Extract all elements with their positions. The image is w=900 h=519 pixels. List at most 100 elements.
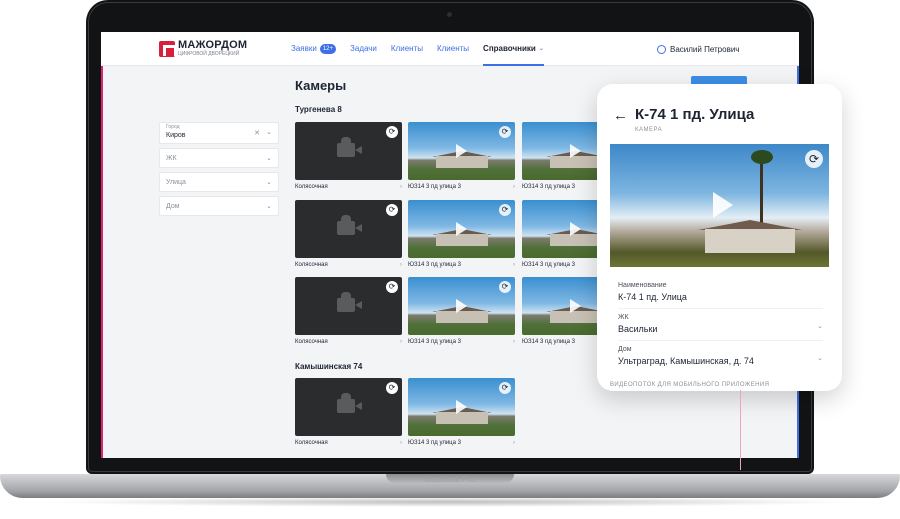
camera-thumbnail[interactable]: ⟳ <box>295 200 402 258</box>
camera-thumbnail[interactable]: ⟳ <box>408 122 515 180</box>
chevron-right-icon: › <box>513 440 515 446</box>
chevron-down-icon: ⌄ <box>817 323 823 330</box>
chevron-right-icon: › <box>513 262 515 268</box>
camera-title: К-74 1 пд. Улица <box>635 106 755 123</box>
play-icon[interactable] <box>456 400 467 414</box>
house-field-label: Дом <box>618 346 632 353</box>
refresh-icon[interactable]: ⟳ <box>499 126 511 138</box>
back-arrow-icon[interactable]: ← <box>613 107 628 124</box>
camera-thumbnail[interactable]: ⟳ <box>295 277 402 335</box>
palm-crown <box>751 150 773 164</box>
user-icon <box>657 44 666 54</box>
video-camera-icon <box>337 137 362 157</box>
play-icon[interactable] <box>456 144 467 158</box>
city-filter[interactable]: Город Киров ✕ ⌄ <box>159 122 279 144</box>
video-camera-icon <box>337 215 362 235</box>
video-camera-icon <box>337 292 362 312</box>
camera-caption: Колясочная <box>295 339 328 345</box>
chevron-right-icon: › <box>400 184 402 190</box>
camera-caption: ЮЗ14 3 пд улица 3 <box>522 184 575 190</box>
chevron-down-icon: ⌄ <box>266 155 272 162</box>
play-icon[interactable] <box>570 222 581 236</box>
complex-field-label: ЖК <box>618 314 629 321</box>
refresh-icon[interactable]: ⟳ <box>386 126 398 138</box>
camera-tile[interactable]: ⟳ ЮЗ14 3 пд улица 3 › <box>408 378 515 446</box>
video-stream-section-title: ВИДЕОПОТОК ДЛЯ МОБИЛЬНОГО ПРИЛОЖЕНИЯ <box>610 382 770 388</box>
nav-requests[interactable]: Заявки 12+ <box>291 32 337 66</box>
complex-filter[interactable]: ЖК ⌄ <box>159 148 279 168</box>
name-field[interactable]: Наименование К-74 1 пд. Улица <box>618 282 823 302</box>
play-icon[interactable] <box>570 299 581 313</box>
camera-preview[interactable]: ⟳ <box>610 144 829 267</box>
camera-detail-card: ← К-74 1 пд. Улица КАМЕРА ⟳ Наименование… <box>597 84 842 391</box>
refresh-icon[interactable]: ⟳ <box>499 281 511 293</box>
refresh-icon[interactable]: ⟳ <box>386 281 398 293</box>
house-field-value: Ультраград, Камышинская, д. 74 <box>618 356 754 366</box>
name-field-value: К-74 1 пд. Улица <box>618 292 687 302</box>
camera-thumbnail[interactable]: ⟳ <box>408 277 515 335</box>
video-camera-icon <box>337 393 362 413</box>
house-filter-placeholder: Дом <box>166 203 180 210</box>
chevron-down-icon: ⌄ <box>266 179 272 186</box>
street-filter[interactable]: Улица ⌄ <box>159 172 279 192</box>
camera-tile[interactable]: ⟳ ЮЗ14 3 пд улица 3 › <box>408 277 515 345</box>
camera-subtitle: КАМЕРА <box>635 127 663 133</box>
chevron-down-icon: ⌄ <box>817 355 823 362</box>
page-title: Камеры <box>295 78 347 93</box>
refresh-icon[interactable]: ⟳ <box>386 204 398 216</box>
camera-tile[interactable]: ⟳ Колясочная › <box>295 277 402 345</box>
nav-requests-label: Заявки <box>291 44 317 53</box>
camera-thumbnail[interactable]: ⟳ <box>295 122 402 180</box>
chevron-right-icon: › <box>400 339 402 345</box>
chevron-down-icon: ⌄ <box>538 46 544 52</box>
nav-clients-2[interactable]: Клиенты <box>437 32 469 66</box>
clear-icon[interactable]: ✕ <box>254 129 260 137</box>
chevron-right-icon: › <box>513 184 515 190</box>
name-field-label: Наименование <box>618 282 667 289</box>
play-icon[interactable] <box>456 299 467 313</box>
house-filter[interactable]: Дом ⌄ <box>159 196 279 216</box>
nav-clients-2-label: Клиенты <box>436 44 470 53</box>
house <box>705 229 795 253</box>
camera-caption: ЮЗ14 3 пд улица 3 <box>522 339 575 345</box>
chevron-down-icon: ⌄ <box>266 203 272 210</box>
camera-caption: Колясочная <box>295 440 328 446</box>
app-header: МАЖОРДОМ ЦИФРОВОЙ ДВОРЕЦКИЙ Заявки 12+ З… <box>101 32 799 66</box>
camera-caption: ЮЗ14 3 пд улица 3 <box>408 262 461 268</box>
logo-name: МАЖОРДОМ <box>178 39 248 51</box>
play-icon[interactable] <box>713 192 733 218</box>
camera-thumbnail[interactable]: ⟳ <box>408 200 515 258</box>
device-label: MacBook Pro <box>424 475 476 484</box>
camera-tile[interactable]: ⟳ ЮЗ14 3 пд улица 3 › <box>408 122 515 190</box>
camera-caption: ЮЗ14 3 пд улица 3 <box>408 184 461 190</box>
laptop-shadow <box>40 497 860 507</box>
camera-tile[interactable]: ⟳ ЮЗ14 3 пд улица 3 › <box>408 200 515 268</box>
street-filter-placeholder: Улица <box>166 179 186 186</box>
camera-tile[interactable]: ⟳ Колясочная › <box>295 122 402 190</box>
refresh-icon[interactable]: ⟳ <box>499 382 511 394</box>
house-field[interactable]: Дом Ультраград, Камышинская, д. 74 ⌄ <box>618 346 823 366</box>
play-icon[interactable] <box>570 144 581 158</box>
nav-tasks[interactable]: Задачи <box>350 32 377 66</box>
refresh-icon[interactable]: ⟳ <box>805 150 823 168</box>
user-menu[interactable]: Василий Петрович <box>657 32 739 66</box>
logo[interactable]: МАЖОРДОМ ЦИФРОВОЙ ДВОРЕЦКИЙ <box>159 40 247 57</box>
complex-field[interactable]: ЖК Васильки ⌄ <box>618 314 823 334</box>
refresh-icon[interactable]: ⟳ <box>386 382 398 394</box>
nav-directories[interactable]: Справочники ⌄ <box>483 32 544 66</box>
play-icon[interactable] <box>456 222 467 236</box>
refresh-icon[interactable]: ⟳ <box>499 204 511 216</box>
filters-panel: Город Киров ✕ ⌄ ЖК ⌄ Улица ⌄ Дом ⌄ <box>159 122 279 220</box>
city-filter-value: Киров <box>166 132 186 139</box>
camera-tile[interactable]: ⟳ Колясочная › <box>295 200 402 268</box>
divider <box>618 308 823 309</box>
camera-tile[interactable]: ⟳ Колясочная › <box>295 378 402 446</box>
camera-thumbnail[interactable]: ⟳ <box>408 378 515 436</box>
user-name: Василий Петрович <box>670 44 740 54</box>
nav-clients[interactable]: Клиенты <box>391 32 423 66</box>
camera-thumbnail[interactable]: ⟳ <box>295 378 402 436</box>
chevron-right-icon: › <box>400 262 402 268</box>
webcam <box>447 12 452 17</box>
nav-clients-label: Клиенты <box>390 44 423 53</box>
logo-tagline: ЦИФРОВОЙ ДВОРЕЦКИЙ <box>178 51 240 57</box>
